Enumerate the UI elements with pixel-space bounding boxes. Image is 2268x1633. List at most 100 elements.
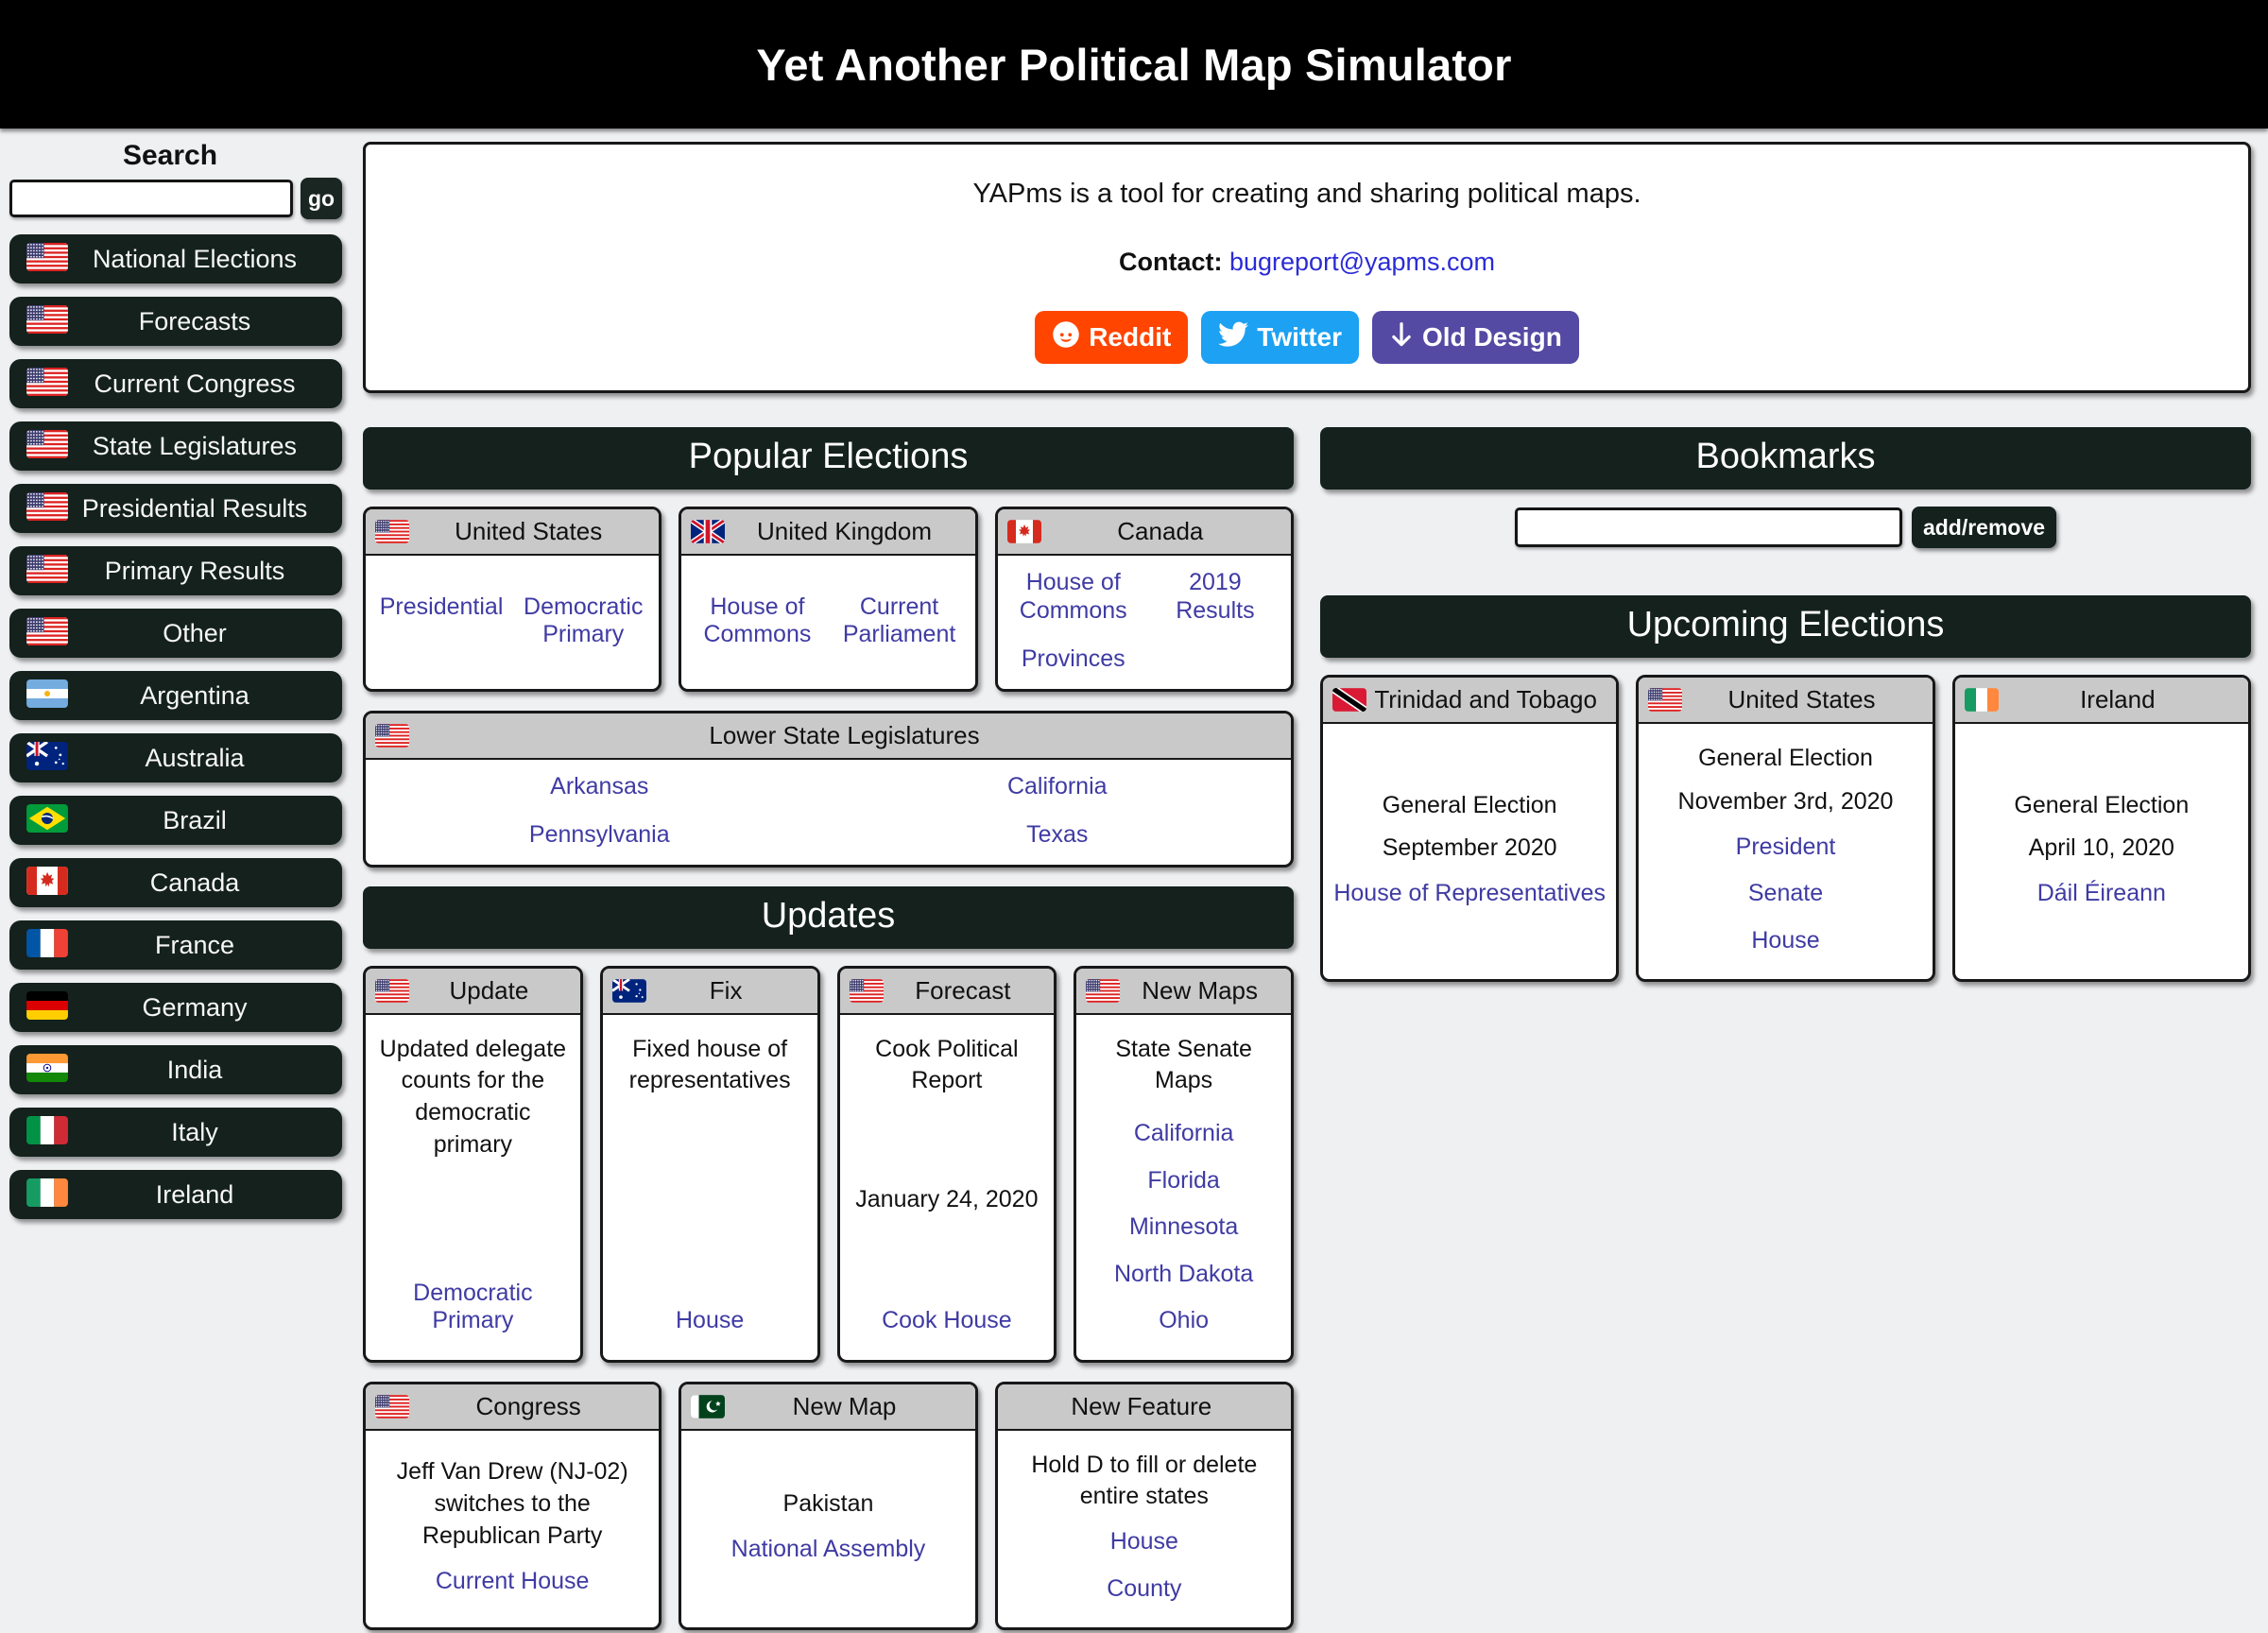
card-header: Trinidad and Tobago [1323, 678, 1617, 724]
search-input[interactable] [9, 180, 293, 217]
twitter-button[interactable]: Twitter [1201, 311, 1359, 364]
link-north-dakota[interactable]: North Dakota [1086, 1261, 1281, 1289]
sidebar-item-france[interactable]: France [9, 920, 342, 970]
card-text: State Senate Maps [1115, 1035, 1252, 1094]
sidebar-item-argentina[interactable]: Argentina [9, 671, 342, 720]
link-minnesota[interactable]: Minnesota [1086, 1213, 1281, 1242]
search-label: Search [122, 140, 218, 171]
upcoming-elections-cards: Trinidad and Tobago General Election Septe… [1320, 675, 2251, 982]
sidebar-item-canada[interactable]: Canada [9, 858, 342, 907]
flag-ca-icon [26, 866, 68, 895]
flag-us-icon [26, 554, 68, 583]
card-text: Jeff Van Drew (NJ-02) switches to the Re… [396, 1458, 628, 1549]
sidebar-item-national-elections[interactable]: National Elections [9, 234, 342, 284]
link-house[interactable]: House [612, 1307, 808, 1335]
card-lower-state-legislatures: Lower State Legislatures Arkansas Californ… [363, 710, 1294, 868]
card-header: Canada [997, 509, 1291, 556]
link-current-house[interactable]: Current House [375, 1568, 649, 1596]
card-canada: Canada House of Commons 2019 Results Provin… [994, 507, 1294, 692]
reddit-button[interactable]: Reddit [1035, 311, 1189, 364]
card-new-feature: New Feature Hold D to fill or delete enti… [994, 1381, 1294, 1630]
card-body: Fixed house of representatives House [603, 1015, 817, 1360]
bookmark-input[interactable] [1514, 507, 1902, 547]
social-buttons: Reddit Twitter Old Design [366, 311, 2248, 364]
card-header: Forecast [839, 968, 1055, 1015]
contact-row: Contact: bugreport@yapms.com [366, 248, 2248, 277]
card-link-grid: House of Commons 2019 Results Provinces [1007, 569, 1281, 674]
link-county[interactable]: County [1007, 1575, 1281, 1604]
sidebar-item-label: Forecasts [138, 306, 251, 335]
sidebar-item-other[interactable]: Other [9, 609, 342, 658]
link-president[interactable]: President [1648, 834, 1922, 862]
contact-email-link[interactable]: bugreport@yapms.com [1229, 248, 1495, 276]
page-body: Search go National Elections Forecasts C… [0, 129, 2268, 1633]
sidebar-item-forecasts[interactable]: Forecasts [9, 297, 342, 346]
link-ohio[interactable]: Ohio [1086, 1307, 1281, 1335]
sidebar-nav-list: National Elections Forecasts Current Con… [0, 234, 357, 1219]
link-house[interactable]: House [1648, 927, 1922, 955]
lower-state-legislatures-card-row: Lower State Legislatures Arkansas Californ… [363, 710, 1294, 868]
flag-us-icon [1648, 688, 1683, 712]
flag-us-icon [26, 304, 68, 334]
flag-us-icon [375, 1394, 409, 1418]
social-button-label: Reddit [1089, 322, 1172, 352]
sidebar-item-india[interactable]: India [9, 1045, 342, 1094]
link-provinces[interactable]: Provinces [1022, 645, 1125, 674]
link-house[interactable]: House [1007, 1528, 1281, 1556]
flag-br-icon [26, 803, 68, 833]
sidebar-item-italy[interactable]: Italy [9, 1108, 342, 1157]
card-body: State Senate Maps California Florida Minnes… [1076, 1015, 1291, 1360]
link-california[interactable]: California [1086, 1120, 1281, 1148]
flag-us-icon [26, 242, 68, 271]
sidebar-item-current-congress[interactable]: Current Congress [9, 359, 342, 408]
card-united-states: United States Presidential Democratic Prim… [363, 507, 662, 692]
search-go-button[interactable]: go [301, 178, 342, 219]
link-arkansas[interactable]: Arkansas [550, 773, 648, 801]
card-header: Congress [366, 1384, 660, 1431]
link-florida[interactable]: Florida [1086, 1167, 1281, 1195]
sidebar-item-label: Presidential Results [81, 493, 308, 523]
link-senate[interactable]: Senate [1648, 880, 1922, 908]
link-cook-house[interactable]: Cook House [850, 1307, 1045, 1335]
link-d-il-ireann[interactable]: Dáil Éireann [1965, 880, 2239, 908]
sidebar-item-state-legislatures[interactable]: State Legislatures [9, 421, 342, 471]
link-house-of-commons[interactable]: House of Commons [691, 593, 823, 649]
old-design-button[interactable]: Old Design [1372, 311, 1579, 364]
card-ireland: Ireland General Election April 10, 2020 Dái… [1951, 675, 2251, 982]
card-title: Fix [709, 975, 743, 1005]
twitter-icon [1218, 321, 1249, 354]
flag-us-icon [26, 429, 68, 458]
link-national-assembly[interactable]: National Assembly [691, 1536, 965, 1564]
card-body: Jeff Van Drew (NJ-02) switches to the Re… [366, 1431, 659, 1628]
flag-gb-icon [691, 520, 726, 543]
sidebar-item-presidential-results[interactable]: Presidential Results [9, 484, 342, 533]
link-presidential[interactable]: Presidential [380, 593, 504, 649]
link-california[interactable]: California [1007, 773, 1108, 801]
link-house-of-representatives[interactable]: House of Representatives [1332, 880, 1606, 908]
link-pennsylvania[interactable]: Pennsylvania [529, 821, 670, 850]
sidebar-item-primary-results[interactable]: Primary Results [9, 546, 342, 595]
sidebar-item-ireland[interactable]: Ireland [9, 1170, 342, 1219]
sidebar-item-brazil[interactable]: Brazil [9, 796, 342, 845]
link-democratic-primary[interactable]: Democratic Primary [375, 1280, 571, 1335]
link-2019-results[interactable]: 2019 Results [1149, 569, 1281, 625]
card-title: Trinidad and Tobago [1374, 685, 1597, 713]
sidebar-item-germany[interactable]: Germany [9, 983, 342, 1032]
sidebar-item-australia[interactable]: Australia [9, 733, 342, 782]
sidebar-item-label: Canada [149, 868, 240, 897]
sidebar-item-label: Australia [145, 743, 245, 772]
card-title: United Kingdom [756, 517, 932, 545]
bookmark-add-remove-button[interactable]: add/remove [1911, 507, 2057, 548]
card-text: November 3rd, 2020 [1677, 787, 1894, 815]
link-texas[interactable]: Texas [1026, 821, 1088, 850]
flag-us-icon [26, 616, 68, 645]
link-house-of-commons[interactable]: House of Commons [1007, 569, 1140, 625]
card-update: Update Updated delegate counts for the de… [363, 965, 583, 1363]
link-democratic-primary[interactable]: Democratic Primary [517, 593, 649, 649]
main-content: YAPms is a tool for creating and sharing… [357, 129, 2268, 1633]
flag-us-icon [375, 978, 409, 1003]
link-current-parliament[interactable]: Current Parliament [833, 593, 965, 649]
card-body: Presidential Democratic Primary [366, 556, 659, 689]
